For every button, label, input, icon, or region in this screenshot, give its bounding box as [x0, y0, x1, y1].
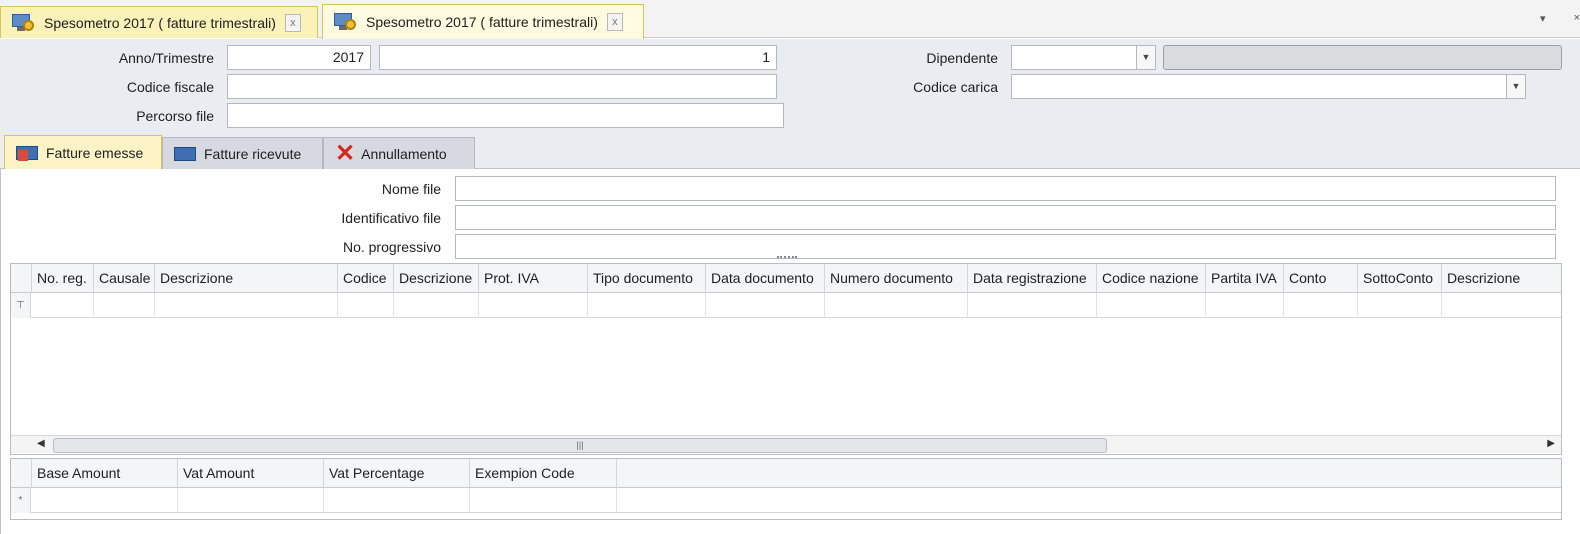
col-partita-iva[interactable]: Partita IVA [1206, 264, 1284, 293]
filter-cell[interactable] [825, 293, 968, 318]
filter-cell[interactable] [706, 293, 825, 318]
filter-row: ⊤ [11, 293, 1561, 318]
tab-menu-icon[interactable]: ▾ [1540, 12, 1546, 25]
vat-details-grid: Base Amount Vat Amount Vat Percentage Ex… [10, 458, 1562, 520]
new-row: * [11, 488, 1561, 513]
filter-cell[interactable] [94, 293, 155, 318]
col-descrizione[interactable]: Descrizione [155, 264, 338, 293]
filter-cell[interactable] [394, 293, 479, 318]
col-conto[interactable]: Conto [1284, 264, 1358, 293]
doc-tab-label: Spesometro 2017 ( fatture trimestrali) [366, 14, 598, 30]
doc-tab-spesometro-1[interactable]: Spesometro 2017 ( fatture trimestrali) x [0, 6, 318, 38]
row-indicator-header [11, 264, 32, 293]
col-tipo-documento[interactable]: Tipo documento [588, 264, 706, 293]
col-vat-percentage[interactable]: Vat Percentage [324, 459, 470, 488]
monitor-gear-icon [11, 12, 35, 34]
tab-label: Fatture emesse [46, 145, 144, 161]
col-no-reg[interactable]: No. reg. [32, 264, 94, 293]
new-row-icon: * [11, 488, 31, 513]
filter-cell[interactable] [32, 293, 94, 318]
anno-trimestre-label: Anno/Trimestre [118, 50, 214, 66]
nome-file-label: Nome file [381, 181, 441, 197]
monitor-gear-icon [333, 11, 357, 33]
nome-file-field[interactable] [455, 176, 1556, 201]
filter-icon[interactable]: ⊤ [11, 293, 31, 318]
tab-fatture-ricevute[interactable]: Fatture ricevute [162, 137, 323, 170]
module-tab-strip: Fatture emesse Fatture ricevute ✕ Annull… [0, 135, 1580, 170]
grid-header: No. reg. Causale Descrizione Codice Desc… [11, 264, 1561, 293]
window-controls: ▾ × [1540, 12, 1580, 25]
codice-fiscale-label: Codice fiscale [126, 79, 214, 95]
invoice-out-icon [16, 144, 40, 162]
col-exemption-code[interactable]: Exempion Code [470, 459, 617, 488]
horizontal-scrollbar[interactable]: ◀ ||| ▶ [11, 435, 1561, 453]
row-indicator-header [11, 459, 32, 488]
codice-carica-label: Codice carica [913, 79, 998, 95]
identificativo-file-field[interactable] [455, 205, 1556, 230]
filter-cell[interactable] [479, 293, 588, 318]
filter-cell[interactable] [1358, 293, 1442, 318]
invoice-in-icon [174, 145, 198, 163]
anno-field[interactable]: 2017 [227, 45, 371, 70]
scroll-left-icon[interactable]: ◀ [37, 438, 45, 449]
col-data-documento[interactable]: Data documento [706, 264, 825, 293]
dipendente-label: Dipendente [926, 50, 998, 66]
dipendente-name-field [1163, 45, 1562, 70]
col-data-registrazione[interactable]: Data registrazione [968, 264, 1097, 293]
tab-label: Fatture ricevute [204, 146, 302, 162]
codice-carica-combo[interactable]: ▼ [1011, 74, 1526, 99]
new-row-cell[interactable] [470, 488, 617, 513]
filter-cell[interactable] [588, 293, 706, 318]
close-icon[interactable]: x [284, 13, 301, 32]
document-tab-strip: Spesometro 2017 ( fatture trimestrali) x… [0, 0, 1580, 39]
col-numero-documento[interactable]: Numero documento [825, 264, 968, 293]
new-row-cell[interactable] [324, 488, 470, 513]
col-sottoconto[interactable]: SottoConto [1358, 264, 1442, 293]
col-base-amount[interactable]: Base Amount [32, 459, 178, 488]
tab-annullamento[interactable]: ✕ Annullamento [323, 137, 475, 170]
tab-content-fatture-emesse: Nome file Identificativo file No. progre… [0, 169, 1580, 534]
chevron-down-icon[interactable]: ▼ [1506, 75, 1525, 98]
filter-cell[interactable] [1284, 293, 1358, 318]
identificativo-file-label: Identificativo file [341, 210, 441, 226]
filter-cell[interactable] [968, 293, 1097, 318]
filter-cell[interactable] [1206, 293, 1284, 318]
window-close-icon[interactable]: × [1574, 12, 1580, 25]
filter-cell[interactable] [1097, 293, 1206, 318]
doc-tab-label: Spesometro 2017 ( fatture trimestrali) [44, 14, 276, 31]
col-prot-iva[interactable]: Prot. IVA [479, 264, 588, 293]
codice-fiscale-field[interactable] [227, 74, 777, 99]
percorso-file-field[interactable] [227, 103, 784, 128]
col-vat-amount[interactable]: Vat Amount [178, 459, 324, 488]
col-codice[interactable]: Codice [338, 264, 394, 293]
cancel-x-icon: ✕ [335, 140, 356, 167]
trimestre-field[interactable]: 1 [379, 45, 777, 70]
chevron-down-icon[interactable]: ▼ [1136, 46, 1155, 69]
col-codice-nazione[interactable]: Codice nazione [1097, 264, 1206, 293]
grid-header: Base Amount Vat Amount Vat Percentage Ex… [11, 459, 1561, 488]
splitter-grip[interactable] [777, 256, 797, 260]
new-row-cell[interactable] [178, 488, 324, 513]
no-progressivo-label: No. progressivo [342, 239, 441, 255]
scroll-right-icon[interactable]: ▶ [1547, 438, 1555, 449]
filter-cell[interactable] [338, 293, 394, 318]
filter-cell[interactable] [1442, 293, 1561, 318]
doc-tab-spesometro-2[interactable]: Spesometro 2017 ( fatture trimestrali) x [322, 4, 644, 39]
header-form: Anno/Trimestre 2017 1 Codice fiscale Per… [0, 39, 1580, 135]
close-icon[interactable]: x [606, 13, 623, 31]
no-progressivo-field[interactable] [455, 234, 1556, 259]
scroll-thumb[interactable]: ||| [53, 438, 1107, 453]
filter-cell[interactable] [155, 293, 338, 318]
tab-label: Annullamento [361, 146, 447, 162]
new-row-cell[interactable] [32, 488, 178, 513]
percorso-file-label: Percorso file [136, 108, 214, 124]
col-causale[interactable]: Causale [94, 264, 155, 293]
tab-fatture-emesse[interactable]: Fatture emesse [4, 135, 162, 170]
dipendente-combo[interactable]: ▼ [1011, 45, 1156, 70]
col-descrizione-3[interactable]: Descrizione [1442, 264, 1561, 293]
invoices-grid: No. reg. Causale Descrizione Codice Desc… [10, 263, 1562, 455]
col-descrizione-2[interactable]: Descrizione [394, 264, 479, 293]
